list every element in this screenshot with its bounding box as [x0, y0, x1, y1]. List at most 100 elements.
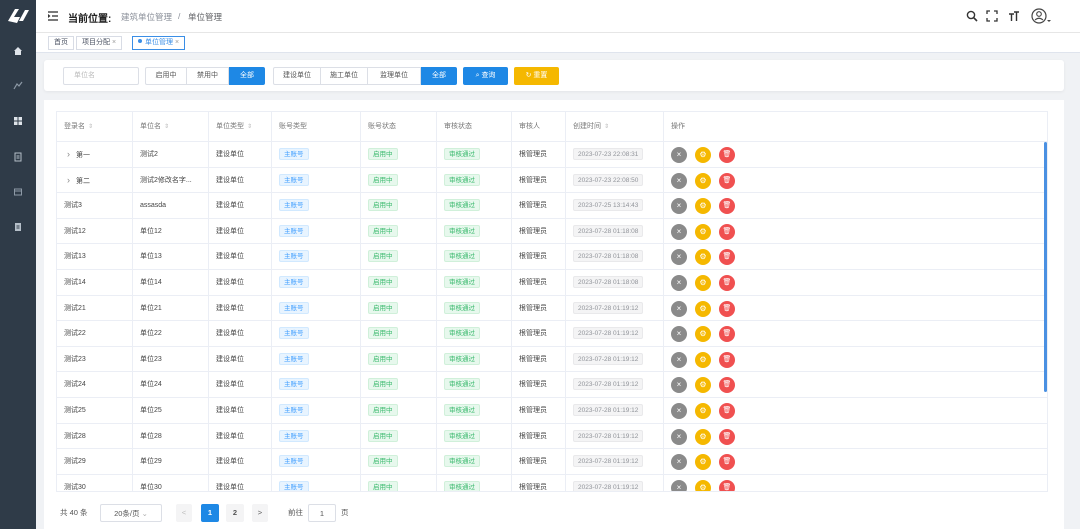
- app-logo[interactable]: [4, 3, 32, 29]
- reset-button[interactable]: ↻ 重置: [514, 67, 559, 85]
- table-row[interactable]: 测试13 单位13 建设单位 主账号 启用中 审核通过 根管理员 2023-07-28 01:…: [57, 244, 1047, 270]
- sort-icon[interactable]: ⇕: [604, 124, 609, 130]
- package-icon[interactable]: [0, 183, 36, 201]
- disable-icon[interactable]: ×: [671, 198, 687, 215]
- grid-icon[interactable]: [0, 112, 36, 130]
- delete-icon[interactable]: 🗑: [719, 172, 735, 189]
- page-size-select[interactable]: 20条/页 ⌄: [100, 504, 162, 522]
- edit-icon[interactable]: ⚙: [695, 326, 711, 343]
- next-page-button[interactable]: >: [252, 504, 268, 522]
- table-row[interactable]: 测试3 assasda 建设单位 主账号 启用中 审核通过 根管理员 2023-07-25 1…: [57, 193, 1047, 219]
- table-row[interactable]: 测试12 单位12 建设单位 主账号 启用中 审核通过 根管理员 2023-07-28 01:…: [57, 218, 1047, 245]
- tag-unit-management[interactable]: 单位管理 ×: [132, 36, 186, 50]
- edit-icon[interactable]: ⚙: [695, 428, 711, 445]
- status-all-button[interactable]: 全部: [229, 67, 265, 85]
- table-row[interactable]: 测试23 单位23 建设单位 主账号 启用中 审核通过 根管理员 2023-07-28 01:…: [57, 346, 1047, 373]
- table-row[interactable]: 测试24 单位24 建设单位 主账号 启用中 审核通过 根管理员 2023-07-28 01:…: [57, 372, 1047, 398]
- close-icon[interactable]: ×: [112, 39, 116, 46]
- search-button[interactable]: ⌕ 查询: [463, 67, 508, 85]
- edit-icon[interactable]: ⚙: [695, 300, 711, 317]
- header-login[interactable]: 登录名 ⇕: [57, 112, 133, 142]
- breadcrumb-parent[interactable]: 建筑单位管理: [121, 11, 172, 23]
- type-supervisor-button[interactable]: 监理单位: [367, 67, 421, 85]
- report-icon[interactable]: [0, 218, 36, 236]
- disable-icon[interactable]: ×: [671, 377, 687, 394]
- edit-icon[interactable]: ⚙: [695, 454, 711, 471]
- menu-fold-icon[interactable]: [47, 10, 59, 22]
- delete-icon[interactable]: 🗑: [719, 377, 735, 394]
- edit-icon[interactable]: ⚙: [695, 479, 711, 491]
- expand-chevron-icon[interactable]: ›: [67, 175, 70, 185]
- type-construction-button[interactable]: 建设单位: [273, 67, 321, 85]
- tag-project-assign[interactable]: 项目分配 ×: [76, 36, 123, 50]
- sort-icon[interactable]: ⇕: [88, 124, 93, 130]
- disable-icon[interactable]: ×: [671, 428, 687, 445]
- status-enabled-button[interactable]: 启用中: [145, 67, 187, 85]
- font-size-icon[interactable]: [1006, 8, 1022, 24]
- status-disabled-button[interactable]: 禁用中: [186, 67, 229, 85]
- table-row[interactable]: 测试25 单位25 建设单位 主账号 启用中 审核通过 根管理员 2023-07-28 01:…: [57, 398, 1047, 424]
- header-type[interactable]: 单位类型 ⇕: [209, 112, 272, 142]
- disable-icon[interactable]: ×: [671, 300, 687, 317]
- header-unit[interactable]: 单位名 ⇕: [133, 112, 209, 142]
- edit-icon[interactable]: ⚙: [695, 172, 711, 189]
- edit-icon[interactable]: ⚙: [695, 377, 711, 394]
- edit-icon[interactable]: ⚙: [695, 351, 711, 368]
- user-avatar-icon[interactable]: [1030, 8, 1052, 24]
- table-row[interactable]: › 第二 测试2修改名字... 建设单位 主账号 启用中 审核通过 根管理员 2023-07-2…: [57, 167, 1047, 194]
- unit-name-search-input[interactable]: 单位名: [63, 67, 139, 85]
- disable-icon[interactable]: ×: [671, 479, 687, 491]
- tag-home[interactable]: 首页: [48, 36, 74, 50]
- page-1-button[interactable]: 1: [201, 504, 219, 522]
- document-icon[interactable]: [0, 148, 36, 166]
- delete-icon[interactable]: 🗑: [719, 326, 735, 343]
- disable-icon[interactable]: ×: [671, 403, 687, 419]
- table-row[interactable]: 测试28 单位28 建设单位 主账号 启用中 审核通过 根管理员 2023-07-28 01:…: [57, 423, 1047, 450]
- edit-icon[interactable]: ⚙: [695, 249, 711, 266]
- delete-icon[interactable]: 🗑: [719, 198, 735, 215]
- edit-icon[interactable]: ⚙: [695, 403, 711, 419]
- header-created-time[interactable]: 创建时间 ⇕: [566, 112, 664, 142]
- disable-icon[interactable]: ×: [671, 275, 687, 291]
- sort-icon[interactable]: ⇕: [247, 124, 252, 130]
- disable-icon[interactable]: ×: [671, 249, 687, 266]
- delete-icon[interactable]: 🗑: [719, 249, 735, 266]
- disable-icon[interactable]: ×: [671, 172, 687, 189]
- type-all-button[interactable]: 全部: [421, 67, 457, 85]
- prev-page-button[interactable]: <: [176, 504, 192, 522]
- table-scrollbar[interactable]: [1044, 142, 1047, 392]
- table-row[interactable]: 测试29 单位29 建设单位 主账号 启用中 审核通过 根管理员 2023-07-28 01:…: [57, 449, 1047, 475]
- fullscreen-icon[interactable]: [984, 8, 1000, 24]
- disable-icon[interactable]: ×: [671, 147, 687, 163]
- table-row[interactable]: 测试30 单位30 建设单位 主账号 启用中 审核通过 根管理员 2023-07-28 01:…: [57, 474, 1047, 491]
- search-icon[interactable]: [964, 8, 980, 24]
- delete-icon[interactable]: 🗑: [719, 479, 735, 491]
- close-icon[interactable]: ×: [175, 39, 179, 46]
- edit-icon[interactable]: ⚙: [695, 147, 711, 163]
- disable-icon[interactable]: ×: [671, 454, 687, 471]
- delete-icon[interactable]: 🗑: [719, 428, 735, 445]
- disable-icon[interactable]: ×: [671, 223, 687, 240]
- home-icon[interactable]: [0, 42, 36, 60]
- table-row[interactable]: 测试14 单位14 建设单位 主账号 启用中 审核通过 根管理员 2023-07-28 01:…: [57, 270, 1047, 296]
- disable-icon[interactable]: ×: [671, 326, 687, 343]
- page-2-button[interactable]: 2: [226, 504, 244, 522]
- table-row[interactable]: › 第一 测试2 建设单位 主账号 启用中 审核通过 根管理员 2023-07-23 22:08…: [57, 142, 1047, 168]
- type-builder-button[interactable]: 施工单位: [320, 67, 368, 85]
- delete-icon[interactable]: 🗑: [719, 454, 735, 471]
- delete-icon[interactable]: 🗑: [719, 351, 735, 368]
- table-row[interactable]: 测试21 单位21 建设单位 主账号 启用中 审核通过 根管理员 2023-07-28 01:…: [57, 295, 1047, 322]
- edit-icon[interactable]: ⚙: [695, 275, 711, 291]
- sort-icon[interactable]: ⇕: [164, 124, 169, 130]
- table-row[interactable]: 测试22 单位22 建设单位 主账号 启用中 审核通过 根管理员 2023-07-28 01:…: [57, 321, 1047, 347]
- chart-icon[interactable]: [0, 76, 36, 94]
- delete-icon[interactable]: 🗑: [719, 223, 735, 240]
- delete-icon[interactable]: 🗑: [719, 300, 735, 317]
- disable-icon[interactable]: ×: [671, 351, 687, 368]
- delete-icon[interactable]: 🗑: [719, 275, 735, 291]
- expand-chevron-icon[interactable]: ›: [67, 149, 70, 159]
- delete-icon[interactable]: 🗑: [719, 147, 735, 163]
- edit-icon[interactable]: ⚙: [695, 198, 711, 215]
- delete-icon[interactable]: 🗑: [719, 403, 735, 419]
- edit-icon[interactable]: ⚙: [695, 223, 711, 240]
